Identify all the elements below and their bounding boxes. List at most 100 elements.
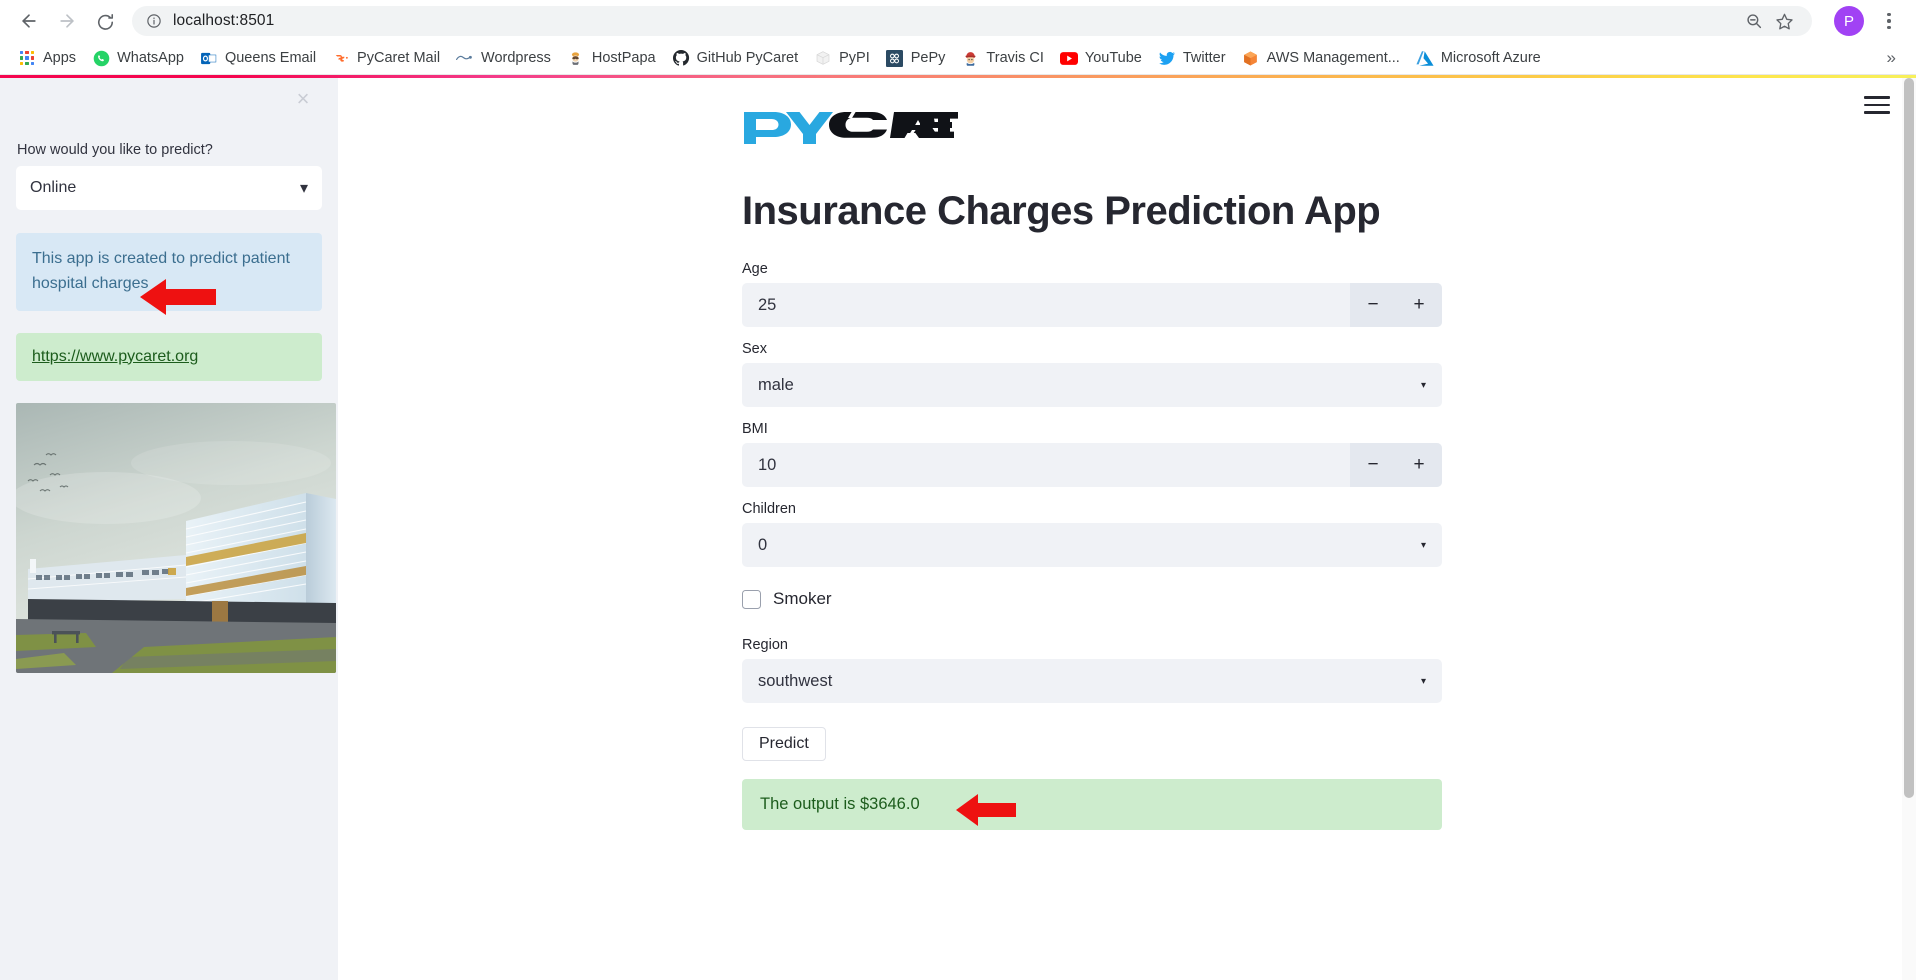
prediction-output-text: The output is $3646.0 [760, 795, 920, 813]
children-select[interactable]: 0 ▾ [742, 523, 1442, 567]
streamlit-main-menu-button[interactable] [1864, 96, 1890, 114]
app-container: Insurance Charges Prediction App Age 25 … [742, 78, 1442, 830]
bookmark-pepy[interactable]: PePy [878, 45, 954, 71]
sidebar-info-box: This app is created to predict patient h… [16, 233, 322, 311]
hospital-image [16, 402, 336, 673]
age-increment-button[interactable]: + [1396, 283, 1442, 327]
bookmark-label: PePy [910, 50, 946, 66]
bookmark-twitter[interactable]: Twitter [1150, 45, 1234, 71]
pycaret-website-link[interactable]: https://www.pycaret.org [32, 348, 198, 365]
bookmark-travis-ci[interactable]: Travis CI [953, 45, 1051, 71]
bmi-number-input[interactable]: 10 − + [742, 443, 1442, 487]
bmi-label: BMI [742, 421, 768, 437]
sex-value: male [758, 375, 794, 394]
bookmark-label: AWS Management... [1266, 50, 1400, 66]
aws-cube-icon [1242, 49, 1260, 67]
bookmark-label: Apps [43, 50, 77, 66]
sidebar-link-box: https://www.pycaret.org [16, 332, 322, 381]
reload-icon [97, 13, 113, 30]
reload-button[interactable] [88, 4, 122, 38]
field-sex: Sex male ▾ [742, 341, 1442, 407]
pypi-box-icon [814, 49, 832, 67]
age-number-input[interactable]: 25 − + [742, 283, 1442, 327]
site-info-icon[interactable] [146, 13, 162, 29]
page-title: Insurance Charges Prediction App [742, 189, 1381, 233]
bookmark-label: YouTube [1084, 50, 1142, 66]
children-value: 0 [758, 535, 768, 554]
bookmark-label: PyPI [839, 50, 870, 66]
bookmark-microsoft-azure[interactable]: Microsoft Azure [1408, 45, 1549, 71]
bookmark-apps[interactable]: Apps [10, 45, 84, 71]
bmi-increment-button[interactable]: + [1396, 443, 1442, 487]
apps-grid-icon [18, 49, 36, 67]
forward-arrow-icon [60, 14, 74, 28]
region-label: Region [742, 637, 788, 653]
chevron-down-icon: ▾ [1420, 539, 1426, 551]
region-select[interactable]: southwest ▾ [742, 659, 1442, 703]
bmi-value[interactable]: 10 [742, 456, 1350, 475]
smoker-checkbox-row[interactable]: Smoker [742, 589, 1442, 609]
address-bar[interactable]: localhost:8501 [132, 6, 1812, 36]
chevron-down-icon: ▾ [1420, 379, 1426, 391]
travisci-icon [961, 49, 979, 67]
star-icon [1775, 13, 1793, 29]
bookmark-label: Twitter [1182, 50, 1226, 66]
back-button[interactable] [12, 4, 46, 38]
kebab-dot [1887, 12, 1891, 17]
predict-mode-select[interactable]: Online ▾ [16, 166, 322, 210]
smoker-label: Smoker [773, 589, 832, 608]
chrome-menu-button[interactable] [1874, 4, 1904, 38]
hamburger-line [1864, 103, 1890, 107]
bookmark-hostpapa[interactable]: HostPapa [559, 45, 664, 71]
twitter-icon [1158, 49, 1176, 67]
bookmark-label: HostPapa [591, 50, 656, 66]
zoom-out-icon [1747, 14, 1762, 29]
sidebar: × How would you like to predict? Online … [0, 78, 338, 980]
red-arrow-pointing-to-output [956, 794, 1016, 826]
forward-button[interactable] [50, 4, 84, 38]
sidebar-close-button[interactable]: × [290, 86, 316, 112]
hostpapa-icon [567, 49, 585, 67]
predict-button[interactable]: Predict [742, 727, 826, 761]
bookmark-youtube[interactable]: YouTube [1052, 45, 1150, 71]
bookmark-label: WhatsApp [117, 50, 184, 66]
age-value[interactable]: 25 [742, 296, 1350, 315]
bookmark-github-pycaret[interactable]: GitHub PyCaret [664, 45, 807, 71]
streamlit-app: × How would you like to predict? Online … [0, 78, 1916, 980]
predict-mode-label: How would you like to predict? [17, 142, 213, 158]
browser-chrome: localhost:8501 P Apps WhatsApp Queens Em… [0, 0, 1916, 75]
bookmarks-overflow-button[interactable]: » [1879, 46, 1904, 70]
bookmark-whatsapp[interactable]: WhatsApp [84, 45, 192, 71]
bookmark-pycaret-mail[interactable]: PyCaret Mail [324, 45, 448, 71]
wordpress-icon [456, 49, 474, 67]
bmi-stepper: − + [1350, 443, 1442, 487]
bookmark-label: Wordpress [481, 50, 551, 66]
pycaret-logo-icon [744, 108, 958, 144]
zoom-out-button[interactable] [1740, 7, 1768, 35]
age-label: Age [742, 261, 768, 277]
youtube-icon [1059, 49, 1078, 67]
page-scrollbar-track[interactable] [1902, 78, 1916, 980]
smoker-checkbox[interactable] [742, 589, 761, 609]
pepy-icon [886, 49, 904, 67]
profile-avatar[interactable]: P [1834, 6, 1864, 36]
bookmark-star-button[interactable] [1770, 7, 1798, 35]
bookmark-label: PyCaret Mail [357, 50, 441, 66]
age-decrement-button[interactable]: − [1350, 283, 1396, 327]
bookmark-aws-management[interactable]: AWS Management... [1234, 45, 1408, 71]
prediction-output: The output is $3646.0 [742, 779, 1442, 830]
bookmark-wordpress[interactable]: Wordpress [448, 45, 559, 71]
bookmark-label: Microsoft Azure [1440, 50, 1541, 66]
azure-icon [1416, 49, 1434, 67]
hamburger-line [1864, 111, 1890, 114]
bookmark-queens-email[interactable]: Queens Email [192, 45, 324, 71]
bookmark-label: GitHub PyCaret [696, 50, 799, 66]
sex-select[interactable]: male ▾ [742, 363, 1442, 407]
back-arrow-icon [22, 14, 36, 28]
omnibox-actions [1740, 7, 1798, 35]
bmi-decrement-button[interactable]: − [1350, 443, 1396, 487]
page-scrollbar-thumb[interactable] [1904, 78, 1914, 798]
bookmark-pypi[interactable]: PyPI [806, 45, 878, 71]
chevron-down-icon: ▾ [1420, 675, 1426, 687]
main-content: Insurance Charges Prediction App Age 25 … [338, 78, 1916, 980]
